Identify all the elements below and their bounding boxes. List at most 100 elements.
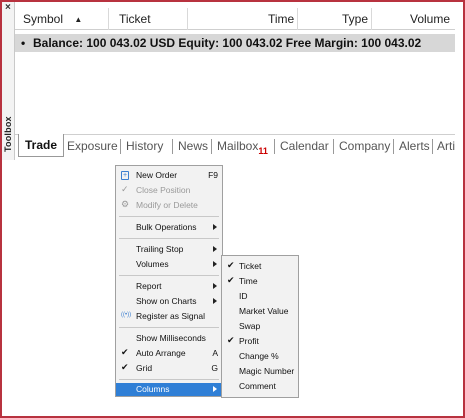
menu-item-columns[interactable]: Columns — [116, 383, 222, 396]
submenu-item-time[interactable]: ✔ Time — [222, 275, 298, 288]
submenu-arrow-icon — [213, 246, 217, 252]
column-header-time[interactable]: Time — [268, 12, 294, 26]
menu-separator — [119, 275, 219, 276]
menu-separator — [119, 238, 219, 239]
submenu-item-change-percent[interactable]: Change % — [222, 350, 298, 363]
menu-item-grid[interactable]: ✔ Grid G — [116, 362, 222, 375]
submenu-item-ticket[interactable]: ✔ Ticket — [222, 260, 298, 273]
close-icon[interactable]: × — [5, 3, 11, 13]
submenu-item-magic-number[interactable]: Magic Number — [222, 365, 298, 378]
checkmark-icon: ✔ — [121, 347, 129, 357]
submenu-item-market-value-label: Market Value — [239, 306, 289, 316]
menu-separator — [119, 327, 219, 328]
menu-item-close-position[interactable]: ✓ Close Position — [116, 184, 222, 197]
menu-item-bulk-operations[interactable]: Bulk Operations — [116, 221, 222, 234]
menu-item-show-on-charts-label: Show on Charts — [136, 296, 197, 306]
tab-divider — [172, 139, 173, 154]
menu-item-trailing-stop-label: Trailing Stop — [136, 244, 184, 254]
tab-trade[interactable]: Trade — [18, 134, 65, 157]
table-header: Symbol ▲ Ticket Time Type Volume — [15, 8, 455, 30]
submenu-item-comment[interactable]: Comment — [222, 380, 298, 393]
balance-summary: Balance: 100 043.02 USD Equity: 100 043.… — [33, 36, 422, 50]
submenu-arrow-icon — [213, 224, 217, 230]
tab-alerts[interactable]: Alerts — [399, 139, 430, 153]
submenu-item-swap[interactable]: Swap — [222, 320, 298, 333]
submenu-arrow-icon — [213, 261, 217, 267]
column-divider[interactable] — [297, 8, 298, 30]
submenu-item-time-label: Time — [239, 276, 258, 286]
menu-item-modify-or-delete-label: Modify or Delete — [136, 200, 198, 210]
tab-mailbox[interactable]: Mailbox11 — [217, 139, 268, 156]
menu-item-show-on-charts[interactable]: Show on Charts — [116, 295, 222, 308]
tab-articles[interactable]: Articles — [437, 139, 455, 153]
checkmark-icon: ✔ — [121, 362, 129, 372]
submenu-item-comment-label: Comment — [239, 381, 276, 391]
menu-item-grid-label: Grid — [136, 363, 153, 373]
menu-item-new-order[interactable]: + New Order F9 — [116, 169, 222, 182]
menu-item-register-as-signal[interactable]: ((•)) Register as Signal — [116, 310, 222, 323]
tab-divider — [393, 139, 394, 154]
balance-row[interactable]: • Balance: 100 043.02 USD Equity: 100 04… — [15, 34, 455, 52]
menu-item-auto-arrange-label: Auto Arrange — [136, 348, 186, 358]
submenu-item-market-value[interactable]: Market Value — [222, 305, 298, 318]
tab-news[interactable]: News — [178, 139, 208, 153]
tab-bar: Trade Exposure History News Mailbox11 Ca… — [15, 134, 455, 158]
column-divider[interactable] — [108, 8, 109, 30]
menu-item-bulk-operations-label: Bulk Operations — [136, 222, 197, 232]
submenu-item-id[interactable]: ID — [222, 290, 298, 303]
tab-company[interactable]: Company — [339, 139, 390, 153]
balance-bullet: • — [21, 36, 26, 50]
menu-item-columns-label: Columns — [136, 384, 170, 394]
column-header-symbol[interactable]: Symbol ▲ — [23, 12, 82, 26]
menu-item-new-order-label: New Order — [136, 170, 178, 180]
tab-divider — [274, 139, 275, 154]
tab-calendar[interactable]: Calendar — [280, 139, 329, 153]
column-header-symbol-label: Symbol — [23, 12, 64, 26]
signal-icon: ((•)) — [121, 312, 132, 318]
menu-item-register-as-signal-label: Register as Signal — [136, 311, 205, 321]
menu-item-modify-or-delete[interactable]: ⚙ Modify or Delete — [116, 199, 222, 212]
column-header-type[interactable]: Type — [342, 12, 368, 26]
submenu-arrow-icon — [213, 298, 217, 304]
checkmark-icon: ✔ — [227, 260, 235, 270]
mailbox-count-badge: 11 — [258, 146, 268, 156]
menu-item-volumes[interactable]: Volumes — [116, 258, 222, 271]
submenu-item-id-label: ID — [239, 291, 248, 301]
submenu-item-profit[interactable]: ✔ Profit — [222, 335, 298, 348]
sort-ascending-icon: ▲ — [74, 15, 83, 24]
menu-item-report[interactable]: Report — [116, 280, 222, 293]
menu-item-report-label: Report — [136, 281, 162, 291]
column-header-volume[interactable]: Volume — [410, 12, 450, 26]
menu-separator — [119, 216, 219, 217]
shortcut-a: A — [212, 348, 218, 358]
menu-item-auto-arrange[interactable]: ✔ Auto Arrange A — [116, 347, 222, 360]
menu-separator — [119, 379, 219, 380]
tab-divider — [211, 139, 212, 154]
column-header-ticket[interactable]: Ticket — [119, 12, 151, 26]
tab-divider — [333, 139, 334, 154]
submenu-item-swap-label: Swap — [239, 321, 261, 331]
column-divider[interactable] — [187, 8, 188, 30]
submenu-item-ticket-label: Ticket — [239, 261, 262, 271]
tab-exposure[interactable]: Exposure — [67, 139, 118, 153]
checkmark-icon: ✔ — [227, 335, 235, 345]
submenu-item-profit-label: Profit — [239, 336, 259, 346]
column-divider[interactable] — [371, 8, 372, 30]
context-menu: + New Order F9 ✓ Close Position ⚙ Modify… — [115, 165, 223, 397]
tab-mailbox-label: Mailbox — [217, 139, 259, 153]
checkmark-icon: ✔ — [227, 275, 235, 285]
menu-item-close-position-label: Close Position — [136, 185, 191, 195]
shortcut-f9: F9 — [208, 170, 218, 180]
tab-divider — [432, 139, 433, 154]
submenu-item-magic-number-label: Magic Number — [239, 366, 295, 376]
submenu-item-change-percent-label: Change % — [239, 351, 279, 361]
shortcut-g: G — [211, 363, 218, 373]
menu-item-trailing-stop[interactable]: Trailing Stop — [116, 243, 222, 256]
menu-item-show-milliseconds[interactable]: Show Milliseconds — [116, 332, 222, 345]
toolbox-label: Toolbox — [2, 116, 15, 152]
tab-history[interactable]: History — [126, 139, 163, 153]
menu-item-volumes-label: Volumes — [136, 259, 169, 269]
submenu-arrow-icon — [213, 386, 217, 392]
close-position-icon: ✓ — [121, 184, 129, 194]
columns-submenu: ✔ Ticket ✔ Time ID Market Value Swap ✔ P… — [221, 255, 299, 398]
